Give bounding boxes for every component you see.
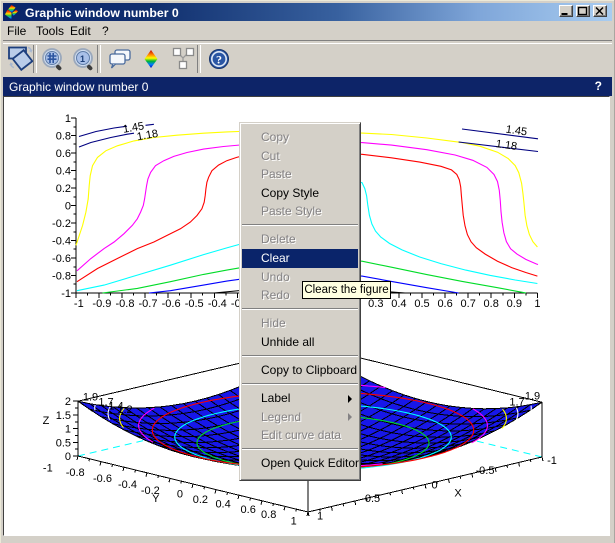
svg-text:0: 0: [65, 201, 71, 213]
svg-text:1.18: 1.18: [495, 138, 518, 153]
svg-text:0: 0: [432, 480, 438, 492]
svg-text:-0.5: -0.5: [476, 465, 495, 477]
svg-text:1: 1: [291, 516, 297, 528]
svg-text:1: 1: [65, 113, 71, 125]
svg-text:Z: Z: [43, 415, 50, 427]
svg-text:0.2: 0.2: [56, 183, 71, 195]
svg-text:1.9: 1.9: [525, 391, 540, 403]
svg-text:0.3: 0.3: [368, 298, 383, 310]
svg-text:0.4: 0.4: [391, 298, 406, 310]
svg-text:0.5: 0.5: [56, 437, 71, 449]
svg-text:-0.6: -0.6: [162, 298, 181, 310]
svg-text:X: X: [454, 488, 462, 500]
svg-text:-0.8: -0.8: [116, 298, 135, 310]
svg-text:0.6: 0.6: [241, 504, 256, 516]
svg-text:0.6: 0.6: [437, 298, 452, 310]
svg-text:-0.4: -0.4: [118, 479, 137, 491]
svg-text:1.2: 1.2: [117, 404, 132, 416]
svg-text:0: 0: [177, 488, 183, 500]
svg-text:1.5: 1.5: [56, 410, 71, 422]
svg-text:-0.7: -0.7: [139, 298, 158, 310]
svg-text:-0.8: -0.8: [66, 467, 85, 479]
svg-text:-0.9: -0.9: [92, 298, 111, 310]
svg-text:0.4: 0.4: [215, 499, 230, 511]
svg-text:Y: Y: [152, 493, 160, 505]
svg-text:0.5: 0.5: [365, 493, 380, 505]
svg-text:1: 1: [317, 511, 323, 523]
svg-text:-0.5: -0.5: [185, 298, 204, 310]
svg-text:1.9: 1.9: [83, 392, 98, 404]
svg-text:0.4: 0.4: [56, 166, 71, 178]
svg-text:1.45: 1.45: [505, 124, 528, 139]
svg-text:0.7: 0.7: [461, 298, 476, 310]
svg-text:0.8: 0.8: [261, 509, 276, 521]
svg-text:-0.4: -0.4: [208, 298, 227, 310]
svg-text:0.6: 0.6: [56, 148, 71, 160]
svg-text:1: 1: [65, 424, 71, 436]
svg-text:-1: -1: [43, 462, 53, 474]
svg-text:0.8: 0.8: [484, 298, 499, 310]
svg-text:1.7: 1.7: [509, 397, 524, 409]
svg-text:1.18: 1.18: [136, 128, 159, 144]
svg-text:0.5: 0.5: [414, 298, 429, 310]
svg-text:-0.6: -0.6: [93, 473, 112, 485]
svg-text:-1: -1: [74, 298, 84, 310]
svg-text:-1: -1: [61, 288, 71, 300]
svg-text:-0.4: -0.4: [52, 236, 71, 248]
svg-text:0.9: 0.9: [507, 298, 522, 310]
svg-text:0: 0: [65, 451, 71, 463]
svg-text:0.2: 0.2: [193, 494, 208, 506]
svg-text:-0.8: -0.8: [52, 271, 71, 283]
svg-text:1: 1: [534, 298, 540, 310]
svg-text:1: 1: [80, 54, 85, 64]
svg-text:-0.6: -0.6: [52, 253, 71, 265]
svg-text:?: ?: [216, 53, 222, 67]
svg-text:2: 2: [65, 396, 71, 408]
svg-text:-1: -1: [547, 455, 557, 467]
svg-text:-0.2: -0.2: [52, 218, 71, 230]
svg-text:0.8: 0.8: [56, 131, 71, 143]
